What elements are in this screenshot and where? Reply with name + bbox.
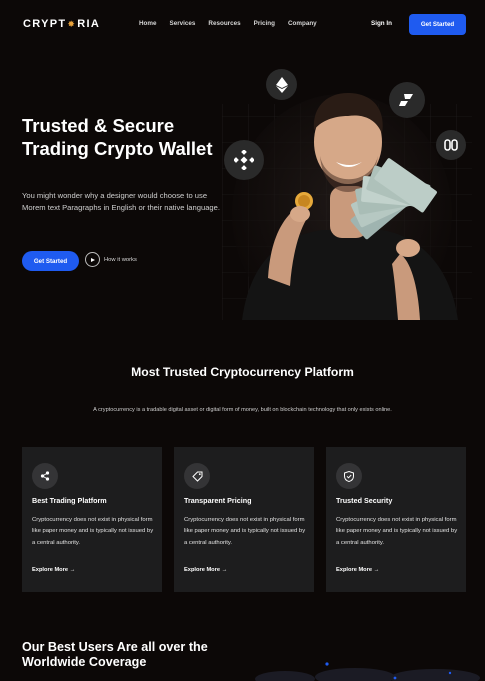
hero-title: Trusted & Secure Trading Crypto Wallet bbox=[22, 115, 213, 159]
top-nav: CRYPT ✸ RIA Home Services Resources Pric… bbox=[0, 0, 485, 48]
how-it-works-label: How it works bbox=[104, 256, 137, 263]
sign-in-link[interactable]: Sign In bbox=[371, 20, 392, 27]
hero-get-started-button[interactable]: Get Started bbox=[22, 251, 79, 271]
hedera-icon bbox=[436, 130, 466, 160]
nav-pricing[interactable]: Pricing bbox=[254, 20, 275, 27]
nav-resources[interactable]: Resources bbox=[208, 20, 240, 27]
logo[interactable]: CRYPT ✸ RIA bbox=[23, 18, 100, 30]
feature-card: Transparent Pricing Cryptocurrency does … bbox=[174, 447, 314, 592]
nav-home[interactable]: Home bbox=[139, 20, 157, 27]
card-title: Transparent Pricing bbox=[184, 496, 252, 505]
main-menu: Home Services Resources Pricing Company bbox=[139, 20, 317, 27]
card-title: Trusted Security bbox=[336, 496, 393, 505]
explore-more-link[interactable]: Explore More → bbox=[184, 567, 227, 573]
card-title: Best Trading Platform bbox=[32, 496, 107, 505]
hero-subtitle: You might wonder why a designer would ch… bbox=[22, 191, 220, 212]
logo-text-left: CRYPT bbox=[23, 18, 67, 30]
nav-get-started-button[interactable]: Get Started bbox=[409, 14, 466, 35]
ethereum-icon bbox=[266, 69, 297, 100]
coverage-title: Our Best Users Are all over the Worldwid… bbox=[22, 640, 208, 670]
logo-star-icon: ✸ bbox=[67, 18, 77, 29]
share-icon bbox=[32, 463, 58, 489]
tag-icon bbox=[184, 463, 210, 489]
nav-company[interactable]: Company bbox=[288, 20, 317, 27]
explore-more-link[interactable]: Explore More → bbox=[32, 567, 75, 573]
card-text: Cryptocurrency does not exist in physica… bbox=[184, 517, 306, 546]
section-subtitle: A cryptocurrency is a tradable digital a… bbox=[93, 407, 392, 413]
feature-card: Best Trading Platform Cryptocurrency doe… bbox=[22, 447, 162, 592]
binance-icon bbox=[224, 140, 264, 180]
how-it-works-link[interactable]: How it works bbox=[85, 252, 137, 267]
card-text: Cryptocurrency does not exist in physica… bbox=[336, 517, 458, 546]
section-title: Most Trusted Cryptocurrency Platform bbox=[131, 365, 354, 379]
feature-card: Trusted Security Cryptocurrency does not… bbox=[326, 447, 466, 592]
hero-illustration bbox=[222, 64, 472, 334]
logo-text-right: RIA bbox=[77, 18, 101, 30]
shield-icon bbox=[336, 463, 362, 489]
explore-more-link[interactable]: Explore More → bbox=[336, 567, 379, 573]
card-text: Cryptocurrency does not exist in physica… bbox=[32, 517, 154, 546]
play-icon bbox=[85, 252, 100, 267]
world-map-image bbox=[255, 662, 480, 681]
nav-services[interactable]: Services bbox=[170, 20, 196, 27]
hero-person-image bbox=[222, 92, 472, 334]
polkadot-icon bbox=[389, 82, 425, 118]
